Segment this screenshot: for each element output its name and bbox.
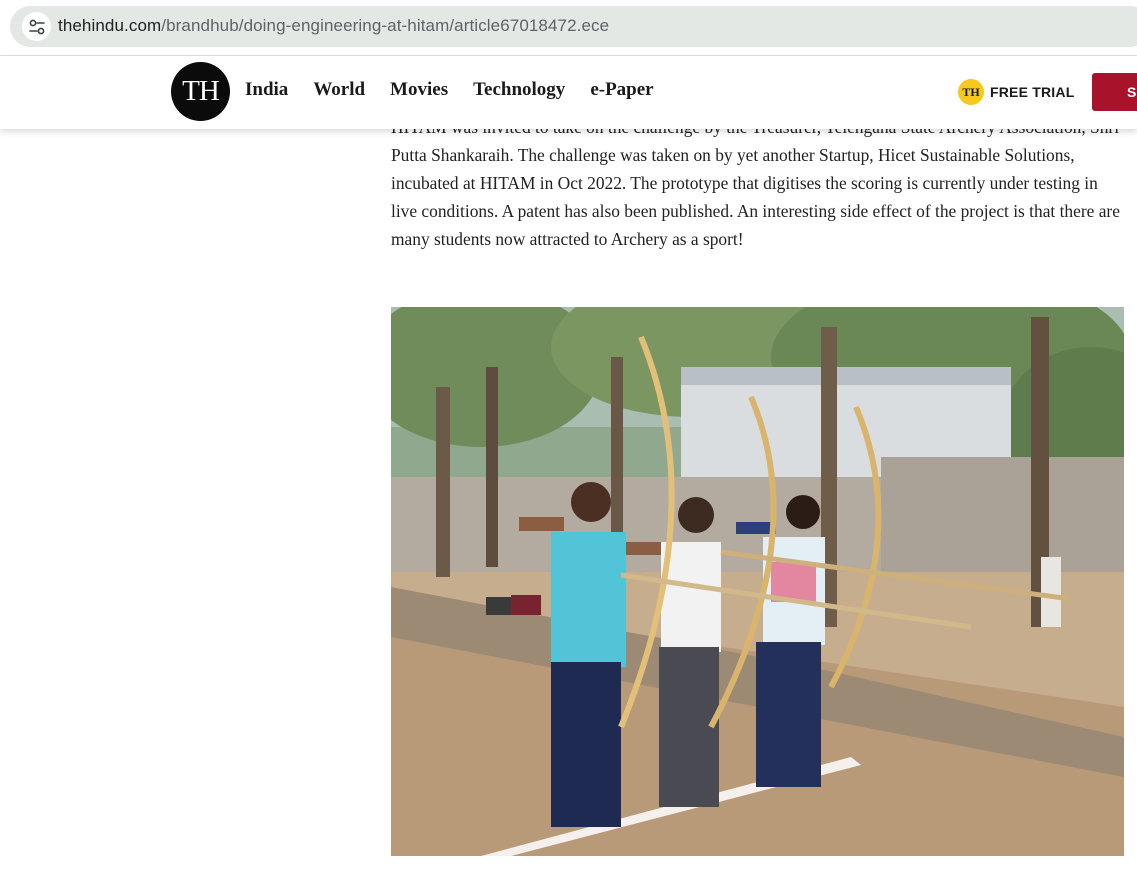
nav-technology[interactable]: Technology [473,79,565,101]
tune-icon [28,19,45,34]
browser-address-bar: thehindu.com/brandhub/doing-engineering-… [0,0,1137,56]
free-trial-label: FREE TRIAL [990,84,1075,100]
archery-photo-illustration [391,307,1124,856]
free-trial-link[interactable]: TH FREE TRIAL [958,79,1074,105]
url-field[interactable]: thehindu.com/brandhub/doing-engineering-… [10,6,1137,47]
nav-world[interactable]: World [313,79,365,101]
article-body: HITAM was invited to take on the challen… [391,113,1126,253]
main-nav: India World Movies Technology e-Paper [245,79,679,101]
article-paragraph: HITAM was invited to take on the challen… [391,117,1120,249]
site-info-button[interactable] [22,12,51,41]
th-badge-icon: TH [958,79,984,105]
url-text[interactable]: thehindu.com/brandhub/doing-engineering-… [58,16,609,36]
subscribe-button[interactable]: SUBSCRIBE [1092,73,1137,111]
site-header: TH India World Movies Technology e-Paper… [0,56,1137,129]
article-photo [391,307,1124,856]
url-domain: thehindu.com [58,16,162,35]
nav-india[interactable]: India [245,79,288,101]
nav-epaper[interactable]: e-Paper [590,79,653,101]
the-hindu-logo[interactable]: TH [171,62,230,121]
url-path: /brandhub/doing-engineering-at-hitam/art… [161,16,610,35]
nav-movies[interactable]: Movies [390,79,448,101]
